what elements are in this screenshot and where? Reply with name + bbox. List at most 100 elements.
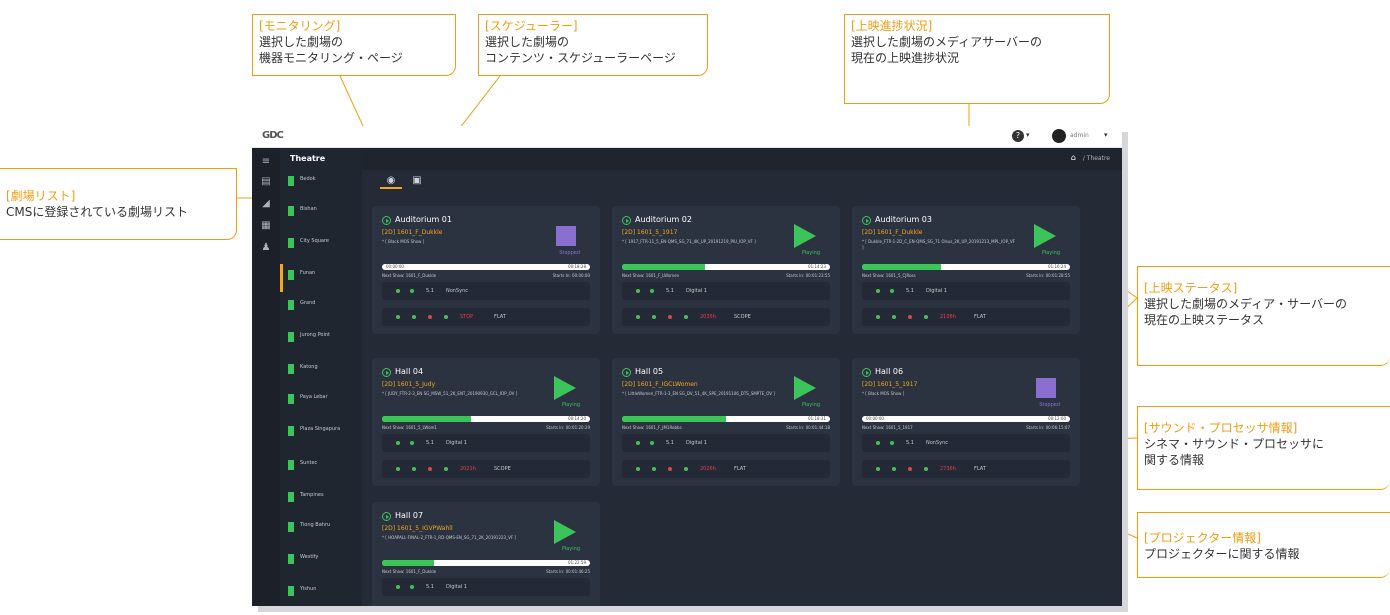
- theatre-list-item[interactable]: Katong: [280, 358, 362, 388]
- auditorium-card[interactable]: Auditorium 03 [2D] 1601_F_Dukkle * [ Dukkl…: [852, 206, 1080, 334]
- play-circle-icon: [862, 368, 871, 377]
- cpl-title: [2D] 1601_F_IGCLWomen: [622, 381, 698, 388]
- cpl-title: [2D] 1601_F_Dukkle: [862, 229, 923, 236]
- menu-icon[interactable]: ≡: [260, 156, 272, 168]
- projector-status: 2026h: [700, 466, 716, 472]
- cpl-description: * [ 1917_FTR-11_5_EN-QMS_SG_71_4K_UP_201…: [622, 239, 756, 244]
- projector-row: 2035h SCOPE: [622, 308, 830, 326]
- projector-status: STOP: [460, 314, 474, 320]
- theatre-icon[interactable]: ▦: [260, 220, 272, 232]
- sound-status-dot: [876, 441, 880, 445]
- send-icon[interactable]: ◢: [260, 198, 272, 210]
- sound-format: 5.1: [426, 288, 434, 294]
- next-show: Next Show: 1601_F_LWomen: [622, 273, 680, 278]
- sound-status-dot: [636, 289, 640, 293]
- auditorium-card[interactable]: Auditorium 01 [2D] 1601_F_Dukkle * [ Black…: [372, 206, 600, 334]
- theatre-list-item[interactable]: Funan: [280, 264, 362, 294]
- projector-format: FLAT: [734, 466, 746, 472]
- projector-dowser-icon: [444, 467, 448, 471]
- sound-format: 5.1: [666, 288, 674, 294]
- help-icon[interactable]: ?: [1012, 130, 1024, 142]
- theatre-list-item[interactable]: Bedok: [280, 170, 362, 200]
- chevron-down-icon[interactable]: ▾: [1026, 131, 1030, 139]
- status-label: Stopped: [559, 250, 580, 256]
- sound-input: NonSync: [926, 440, 949, 446]
- theatre-list-item[interactable]: Yishun: [280, 580, 362, 606]
- theatre-status-icon: [288, 364, 294, 374]
- theatre-list-item[interactable]: City Square: [280, 232, 362, 262]
- next-show: Next Show: 1601_5_CJRoss: [862, 273, 916, 278]
- theatre-list: Theatre Bedok Bishan City Square Funan Grand…: [280, 148, 362, 606]
- projector-lamp-icon: [412, 467, 416, 471]
- theatre-status-icon: [288, 206, 294, 216]
- starts-in: Starts In: 00:01:23:55: [786, 273, 830, 278]
- callout-projector-desc: プロジェクターに関する情報: [1144, 547, 1300, 561]
- sound-format: 5.1: [666, 440, 674, 446]
- sound-status-dot: [396, 289, 400, 293]
- theatre-list-item[interactable]: Suntec: [280, 454, 362, 484]
- sound-status-dot: [890, 289, 894, 293]
- projector-dowser-icon: [684, 315, 688, 319]
- auditorium-card[interactable]: Hall 05 [2D] 1601_F_IGCLWomen * [ LittleWo…: [612, 358, 840, 486]
- theatre-status-icon: [288, 492, 294, 502]
- sound-input: Digital 1: [686, 288, 707, 294]
- status-label: Playing: [801, 402, 820, 408]
- theatre-list-item[interactable]: Westify: [280, 548, 362, 578]
- theatre-list-item[interactable]: Tampines: [280, 486, 362, 516]
- theatre-list-item[interactable]: Plaza Singapura: [280, 420, 362, 450]
- next-show: Next Show: 1601_5_LWom1: [382, 425, 437, 430]
- projector-format: SCOPE: [734, 314, 751, 320]
- user-avatar-icon[interactable]: [1052, 129, 1066, 143]
- auditorium-card[interactable]: Hall 07 [2D] 1601_5_IGVPWahll * [ HOAPALL-…: [372, 502, 600, 606]
- sound-input: NonSync: [446, 288, 469, 294]
- sound-processor-row: 5.1 Digital 1: [622, 434, 830, 452]
- theatre-list-item[interactable]: Paya Lebar: [280, 388, 362, 418]
- stop-status-icon: [556, 226, 576, 246]
- projector-lamp-icon: [892, 315, 896, 319]
- sound-status-dot: [410, 441, 414, 445]
- sound-status-dot: [890, 441, 894, 445]
- projector-row: 2108h FLAT: [862, 308, 1070, 326]
- progress-time-right: 00:12:00: [1048, 416, 1066, 421]
- theatre-status-icon: [288, 586, 294, 596]
- nav-icon-bar: ≡ ▤ ◢ ▦ ♟: [252, 148, 280, 606]
- theatre-status-icon: [288, 238, 294, 248]
- auditorium-card[interactable]: Hall 04 [2D] 1601_5_Judy * [ JUDY_FTR-2-3_…: [372, 358, 600, 486]
- monitor-icon[interactable]: ▤: [260, 176, 272, 188]
- progress-fill: [382, 560, 434, 566]
- theatre-list-item[interactable]: Jurong Point: [280, 326, 362, 356]
- playback-progress-bar: 01:16:24: [862, 264, 1070, 270]
- status-label: Playing: [801, 250, 820, 256]
- playback-progress-bar: 00:00:00 00:12:00: [862, 416, 1070, 422]
- sound-format: 5.1: [906, 288, 914, 294]
- projector-dowser-icon: [924, 315, 928, 319]
- user-name[interactable]: admin: [1070, 132, 1089, 139]
- view-tabs: ◉ ▣: [362, 170, 1122, 192]
- user-menu-chevron-icon[interactable]: ▾: [1104, 131, 1108, 139]
- callout-status-desc: 選択した劇場のメディア・サーバーの 現在の上映ステータス: [1144, 297, 1348, 327]
- projector-power-icon: [636, 315, 640, 319]
- sound-status-dot: [650, 441, 654, 445]
- home-icon[interactable]: ⌂: [1071, 153, 1076, 162]
- projector-format: FLAT: [974, 466, 986, 472]
- sound-processor-row: 5.1 Digital 1: [862, 282, 1070, 300]
- projector-row: STOP FLAT: [382, 308, 590, 326]
- projector-row: 2021h SCOPE: [382, 460, 590, 478]
- user-icon[interactable]: ♟: [260, 242, 272, 254]
- progress-fill: [622, 264, 706, 270]
- projector-format: FLAT: [494, 314, 506, 320]
- theatre-list-item-label: Bishan: [300, 206, 317, 212]
- progress-time-right: 00:14:20: [568, 416, 586, 421]
- play-circle-icon: [862, 216, 871, 225]
- projector-shutter-icon: [668, 467, 672, 471]
- auditorium-card[interactable]: Auditorium 02 [2D] 1601_5_1917 * [ 1917_FT…: [612, 206, 840, 334]
- callout-sound-title: [サウンド・プロセッサ情報]: [1144, 421, 1298, 435]
- play-status-icon: [794, 224, 816, 248]
- theatre-list-item[interactable]: Tiong Bahru: [280, 516, 362, 546]
- theatre-list-item[interactable]: Grand: [280, 294, 362, 324]
- tab-monitoring-icon[interactable]: ◉: [380, 173, 402, 189]
- sound-status-dot: [650, 289, 654, 293]
- tab-scheduler-icon[interactable]: ▣: [406, 173, 428, 189]
- theatre-list-item[interactable]: Bishan: [280, 200, 362, 230]
- auditorium-card[interactable]: Hall 06 [2D] 1601_5_1917 * [ Black MOS Sho…: [852, 358, 1080, 486]
